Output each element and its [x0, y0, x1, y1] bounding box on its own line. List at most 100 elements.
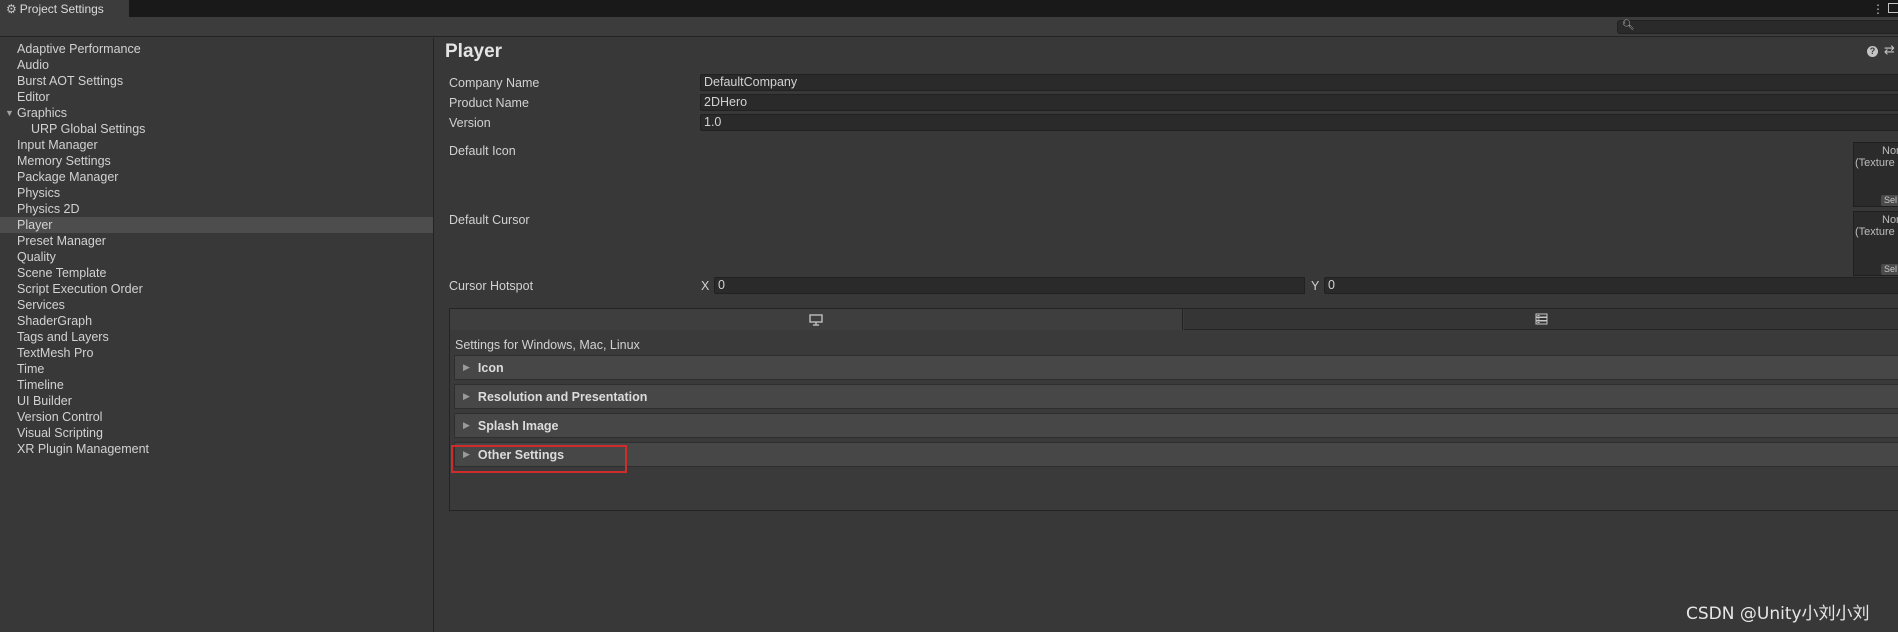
sidebar-item-label: Audio	[17, 58, 49, 72]
sidebar-item-label: Time	[17, 362, 45, 376]
sidebar-item-label: Burst AOT Settings	[17, 74, 124, 88]
sidebar-item-timeline[interactable]: Timeline	[0, 377, 433, 393]
sidebar-item-script-execution-order[interactable]: Script Execution Order	[0, 281, 433, 297]
icon-section-foldout[interactable]: ▶ Icon	[454, 355, 1898, 380]
sidebar-item-ui-builder[interactable]: UI Builder	[0, 393, 433, 409]
texture-none-text: None	[1882, 145, 1898, 157]
sidebar-item-audio[interactable]: Audio	[0, 57, 433, 73]
section-label: Icon	[477, 360, 504, 375]
texture-none-text: None	[1882, 214, 1898, 226]
sidebar-item-label: ShaderGraph	[17, 314, 93, 328]
sidebar-item-physics[interactable]: Physics	[0, 185, 433, 201]
sidebar-item-label: Player	[17, 218, 53, 232]
sidebar-item-label: Scene Template	[17, 266, 107, 280]
resolution-section-foldout[interactable]: ▶ Resolution and Presentation	[454, 384, 1898, 409]
sidebar-item-label: Services	[17, 298, 65, 312]
settings-sidebar: Adaptive Performance Audio Burst AOT Setti…	[0, 38, 434, 632]
sidebar-item-label: Visual Scripting	[17, 426, 103, 440]
sidebar-item-input-manager[interactable]: Input Manager	[0, 137, 433, 153]
tab-dedicated-server-platform[interactable]	[1184, 309, 1898, 330]
sidebar-item-adaptive-performance[interactable]: Adaptive Performance	[0, 41, 433, 57]
sidebar-item-label: Preset Manager	[17, 234, 106, 248]
sidebar-item-label: TextMesh Pro	[17, 346, 94, 360]
gear-icon: ⚙	[6, 1, 17, 16]
sidebar-item-player[interactable]: Player	[0, 217, 433, 233]
sidebar-item-tags-and-layers[interactable]: Tags and Layers	[0, 329, 433, 345]
preset-settings-icon[interactable]: ⇄	[1884, 42, 1895, 58]
platform-caption: Settings for Windows, Mac, Linux	[455, 338, 640, 352]
sidebar-item-xr-plugin-management[interactable]: XR Plugin Management	[0, 441, 433, 457]
sidebar-item-shadergraph[interactable]: ShaderGraph	[0, 313, 433, 329]
search-icon: 🔍︎	[1622, 20, 1635, 31]
window-tab[interactable]: ⚙ Project Settings	[0, 0, 129, 17]
search-toolbar: 🔍︎	[0, 17, 1898, 37]
sidebar-item-package-manager[interactable]: Package Manager	[0, 169, 433, 185]
default-icon-texture-slot[interactable]: None (Texture Sel	[1853, 142, 1898, 207]
kebab-menu-icon[interactable]: ⋮	[1872, 0, 1884, 17]
company-name-field[interactable]: DefaultCompany	[700, 74, 1898, 91]
sidebar-item-memory-settings[interactable]: Memory Settings	[0, 153, 433, 169]
texture-type-text: (Texture	[1855, 226, 1895, 238]
sidebar-item-label: Script Execution Order	[17, 282, 143, 296]
watermark: CSDN @Unity小刘小刘	[1686, 604, 1870, 624]
version-label: Version	[449, 116, 491, 130]
sidebar-item-label: Physics 2D	[17, 202, 80, 216]
sidebar-item-burst-aot-settings[interactable]: Burst AOT Settings	[0, 73, 433, 89]
sidebar-item-time[interactable]: Time	[0, 361, 433, 377]
section-label: Splash Image	[477, 418, 559, 433]
hotspot-x-field[interactable]: 0	[714, 277, 1305, 294]
version-field[interactable]: 1.0	[700, 114, 1898, 131]
sidebar-item-label: Adaptive Performance	[17, 42, 141, 56]
sidebar-item-services[interactable]: Services	[0, 297, 433, 313]
fold-arrow-icon[interactable]: ▼	[5, 105, 14, 121]
company-name-label: Company Name	[449, 76, 540, 90]
sidebar-item-graphics[interactable]: ▼ Graphics	[0, 105, 433, 121]
sidebar-item-label: Version Control	[17, 410, 103, 424]
hotspot-x-label: X	[701, 279, 710, 293]
sidebar-item-physics-2d[interactable]: Physics 2D	[0, 201, 433, 217]
sidebar-item-visual-scripting[interactable]: Visual Scripting	[0, 425, 433, 441]
select-texture-button[interactable]: Sel	[1881, 264, 1898, 275]
sidebar-item-label: Input Manager	[17, 138, 98, 152]
sidebar-item-label: Package Manager	[17, 170, 119, 184]
sidebar-item-scene-template[interactable]: Scene Template	[0, 265, 433, 281]
sidebar-item-editor[interactable]: Editor	[0, 89, 433, 105]
product-name-field[interactable]: 2DHero	[700, 94, 1898, 111]
sidebar-item-label: Graphics	[17, 106, 68, 120]
fold-arrow-icon: ▶	[463, 420, 470, 430]
player-settings-panel: Player ? ⇄ Company Name DefaultCompany P…	[435, 38, 1898, 632]
texture-type-text: (Texture	[1855, 157, 1895, 169]
product-name-label: Product Name	[449, 96, 529, 110]
page-title: Player	[445, 41, 503, 62]
sidebar-item-urp-global-settings[interactable]: URP Global Settings	[0, 121, 433, 137]
help-icon[interactable]: ?	[1867, 46, 1878, 57]
search-field[interactable]: 🔍︎	[1617, 20, 1898, 34]
default-cursor-texture-slot[interactable]: None (Texture Sel	[1853, 211, 1898, 276]
server-icon	[1535, 313, 1548, 325]
sidebar-item-label: Quality	[17, 250, 56, 264]
sidebar-item-quality[interactable]: Quality	[0, 249, 433, 265]
tab-standalone-platform[interactable]	[450, 309, 1183, 330]
sidebar-item-preset-manager[interactable]: Preset Manager	[0, 233, 433, 249]
select-texture-button[interactable]: Sel	[1881, 195, 1898, 206]
default-icon-label: Default Icon	[449, 144, 516, 158]
search-input[interactable]	[1634, 21, 1894, 33]
sidebar-item-textmesh-pro[interactable]: TextMesh Pro	[0, 345, 433, 361]
maximize-icon[interactable]	[1888, 3, 1898, 13]
fold-arrow-icon: ▶	[463, 391, 470, 401]
sidebar-item-label: UI Builder	[17, 394, 72, 408]
sidebar-item-version-control[interactable]: Version Control	[0, 409, 433, 425]
highlight-annotation-box	[451, 445, 627, 473]
sidebar-item-label: Timeline	[17, 378, 64, 392]
sidebar-item-label: Physics	[17, 186, 61, 200]
fold-arrow-icon: ▶	[463, 362, 470, 372]
sidebar-item-label: XR Plugin Management	[17, 442, 150, 456]
other-settings-section-foldout[interactable]: ▶ Other Settings	[454, 442, 1898, 467]
section-label: Resolution and Presentation	[477, 389, 648, 404]
hotspot-y-field[interactable]: 0	[1324, 277, 1898, 294]
splash-image-section-foldout[interactable]: ▶ Splash Image	[454, 413, 1898, 438]
hotspot-y-label: Y	[1311, 279, 1320, 293]
sidebar-item-label: Memory Settings	[17, 154, 111, 168]
default-cursor-label: Default Cursor	[449, 213, 530, 227]
sidebar-item-label: Editor	[17, 90, 50, 104]
